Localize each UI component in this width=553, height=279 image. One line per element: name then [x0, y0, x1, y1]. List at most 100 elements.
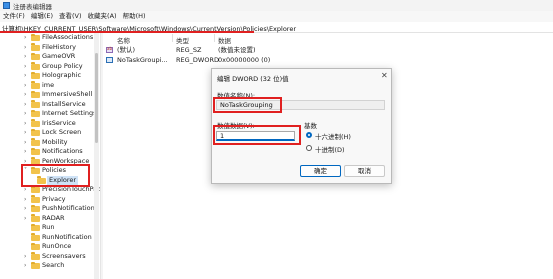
folder-icon [31, 242, 40, 250]
menu-file[interactable]: 文件(F) [0, 11, 28, 22]
tree-item-internet-settings[interactable]: › Internet Settings [0, 109, 97, 119]
tree-item-label: IrisService [42, 118, 76, 127]
folder-icon [31, 33, 40, 41]
chevron-right-icon[interactable]: › [24, 253, 26, 261]
tree-item-label: RunOnce [42, 242, 72, 250]
chevron-right-icon[interactable]: › [24, 91, 26, 99]
tree-item-privacy[interactable]: › Privacy [0, 195, 95, 205]
tree-item-runonce[interactable]: RunOnce [0, 242, 95, 252]
menu-bar: 文件(F) 编辑(E) 查看(V) 收藏夹(A) 帮助(H) [0, 11, 553, 22]
data-highlight-box [213, 125, 301, 145]
close-icon[interactable]: ✕ [381, 71, 388, 81]
tree-item-immersiveshell[interactable]: › ImmersiveShell [0, 90, 95, 100]
tree-item-label: RADAR [42, 213, 65, 222]
tree-item-installservice[interactable]: › InstallService [0, 100, 95, 110]
value-type: REG_DWORD [176, 56, 219, 64]
chevron-right-icon[interactable]: › [24, 129, 26, 137]
value-name: NoTaskGroupi... [117, 56, 168, 64]
decimal-radio-label[interactable]: 十进制(D) [315, 144, 345, 154]
folder-icon [31, 204, 40, 212]
tree-item-label: Lock Screen [42, 128, 82, 136]
name-highlight-box [213, 97, 282, 113]
menu-favorites[interactable]: 收藏夹(A) [85, 11, 120, 22]
chevron-right-icon[interactable]: › [24, 34, 26, 42]
column-header-name[interactable]: 名称 [117, 35, 130, 45]
decimal-radio[interactable] [306, 145, 312, 151]
tree-item-fileassociations[interactable]: › FileAssociations [0, 33, 95, 43]
tree-item-label: PushNotifications [42, 204, 99, 212]
column-divider[interactable] [172, 34, 173, 42]
folder-icon [31, 128, 40, 136]
folder-icon [31, 147, 40, 155]
tree-item-group-policy[interactable]: › Group Policy [0, 62, 95, 72]
chevron-right-icon[interactable]: › [24, 120, 26, 128]
folder-icon [31, 252, 40, 260]
value-data: 0x00000000 (0) [218, 56, 271, 64]
tree-scrollbar[interactable] [94, 33, 99, 279]
menu-view[interactable]: 查看(V) [56, 11, 85, 22]
key-tree: › FileAssociations › FileHistory › GameOVR … [0, 33, 100, 279]
chevron-right-icon[interactable]: › [24, 101, 26, 109]
list-header: 名称 类型 数据 [103, 33, 553, 45]
tree-item-label: Privacy [42, 194, 66, 203]
chevron-right-icon[interactable]: › [24, 205, 26, 213]
tree-item-run[interactable]: Run [0, 223, 95, 233]
base-group-label: 基数 [304, 122, 317, 130]
list-row-notaskgrouping[interactable]: NoTaskGroupi... REG_DWORD 0x00000000 (0) [103, 55, 553, 65]
folder-icon [31, 109, 40, 117]
folder-icon [31, 52, 40, 60]
tree-item-runnotification[interactable]: RunNotification [0, 233, 95, 243]
chevron-right-icon[interactable]: › [24, 215, 26, 223]
hex-radio-label[interactable]: 十六进制(H) [315, 131, 351, 141]
tree-item-holographic[interactable]: › Holographic [0, 71, 95, 81]
tree-item-irisservice[interactable]: › IrisService [0, 119, 95, 129]
policies-highlight-box [21, 164, 90, 187]
dialog-title: 编辑 DWORD (32 位)值 [217, 75, 289, 83]
folder-icon [31, 43, 40, 51]
tree-item-screensavers[interactable]: › Screensavers [0, 252, 95, 262]
chevron-right-icon[interactable]: › [24, 186, 26, 194]
tree-item-ime[interactable]: › ime [0, 81, 95, 91]
value-name: (默认) [117, 46, 136, 54]
tree-item-search[interactable]: › Search [0, 261, 95, 271]
menu-edit[interactable]: 编辑(E) [28, 11, 56, 22]
folder-icon [31, 119, 40, 127]
address-bar[interactable]: 计算机\HKEY_CURRENT_USER\Software\Microsoft… [0, 22, 553, 33]
tree-item-gameovr[interactable]: › GameOVR [0, 52, 95, 62]
chevron-right-icon[interactable]: › [24, 44, 26, 52]
chevron-right-icon[interactable]: › [24, 262, 26, 270]
tree-item-lock-screen[interactable]: › Lock Screen [0, 128, 95, 138]
ok-button[interactable]: 确定 [300, 165, 341, 177]
folder-icon [31, 90, 40, 98]
tree-item-label: ime [42, 80, 55, 89]
string-value-icon [106, 46, 113, 53]
tree-item-filehistory[interactable]: › FileHistory [0, 43, 95, 53]
tree-item-notifications[interactable]: › Notifications [0, 147, 95, 157]
chevron-right-icon[interactable]: › [24, 196, 26, 204]
chevron-right-icon[interactable]: › [24, 53, 26, 61]
column-divider[interactable] [214, 34, 215, 42]
chevron-right-icon[interactable]: › [24, 72, 26, 80]
column-header-data[interactable]: 数据 [218, 35, 231, 45]
cancel-button[interactable]: 取消 [344, 165, 385, 177]
tree-item-mobility[interactable]: › Mobility [0, 138, 95, 148]
folder-icon [31, 233, 40, 241]
chevron-right-icon[interactable]: › [24, 82, 26, 90]
column-header-type[interactable]: 类型 [176, 35, 189, 45]
tree-item-radar[interactable]: › RADAR [0, 214, 95, 224]
chevron-right-icon[interactable]: › [24, 110, 26, 118]
menu-help[interactable]: 帮助(H) [120, 11, 149, 22]
chevron-right-icon[interactable]: › [24, 148, 26, 156]
edit-dword-dialog: 编辑 DWORD (32 位)值 ✕ 数值名称(N): NoTaskGroupi… [211, 68, 392, 184]
list-row-default[interactable]: (默认) REG_SZ (数值未设置) [103, 45, 553, 55]
tree-item-label: RunNotification [42, 232, 92, 241]
tree-item-pushnotifications[interactable]: › PushNotifications [0, 204, 99, 214]
tree-scrollbar-thumb[interactable] [95, 53, 98, 143]
folder-icon [31, 62, 40, 70]
chevron-right-icon[interactable]: › [24, 63, 26, 71]
chevron-right-icon[interactable]: › [24, 139, 26, 147]
folder-icon [31, 214, 40, 222]
tree-item-label: FileHistory [42, 42, 77, 51]
hex-radio[interactable] [306, 132, 312, 138]
tree-item-label: Group Policy [42, 61, 83, 70]
